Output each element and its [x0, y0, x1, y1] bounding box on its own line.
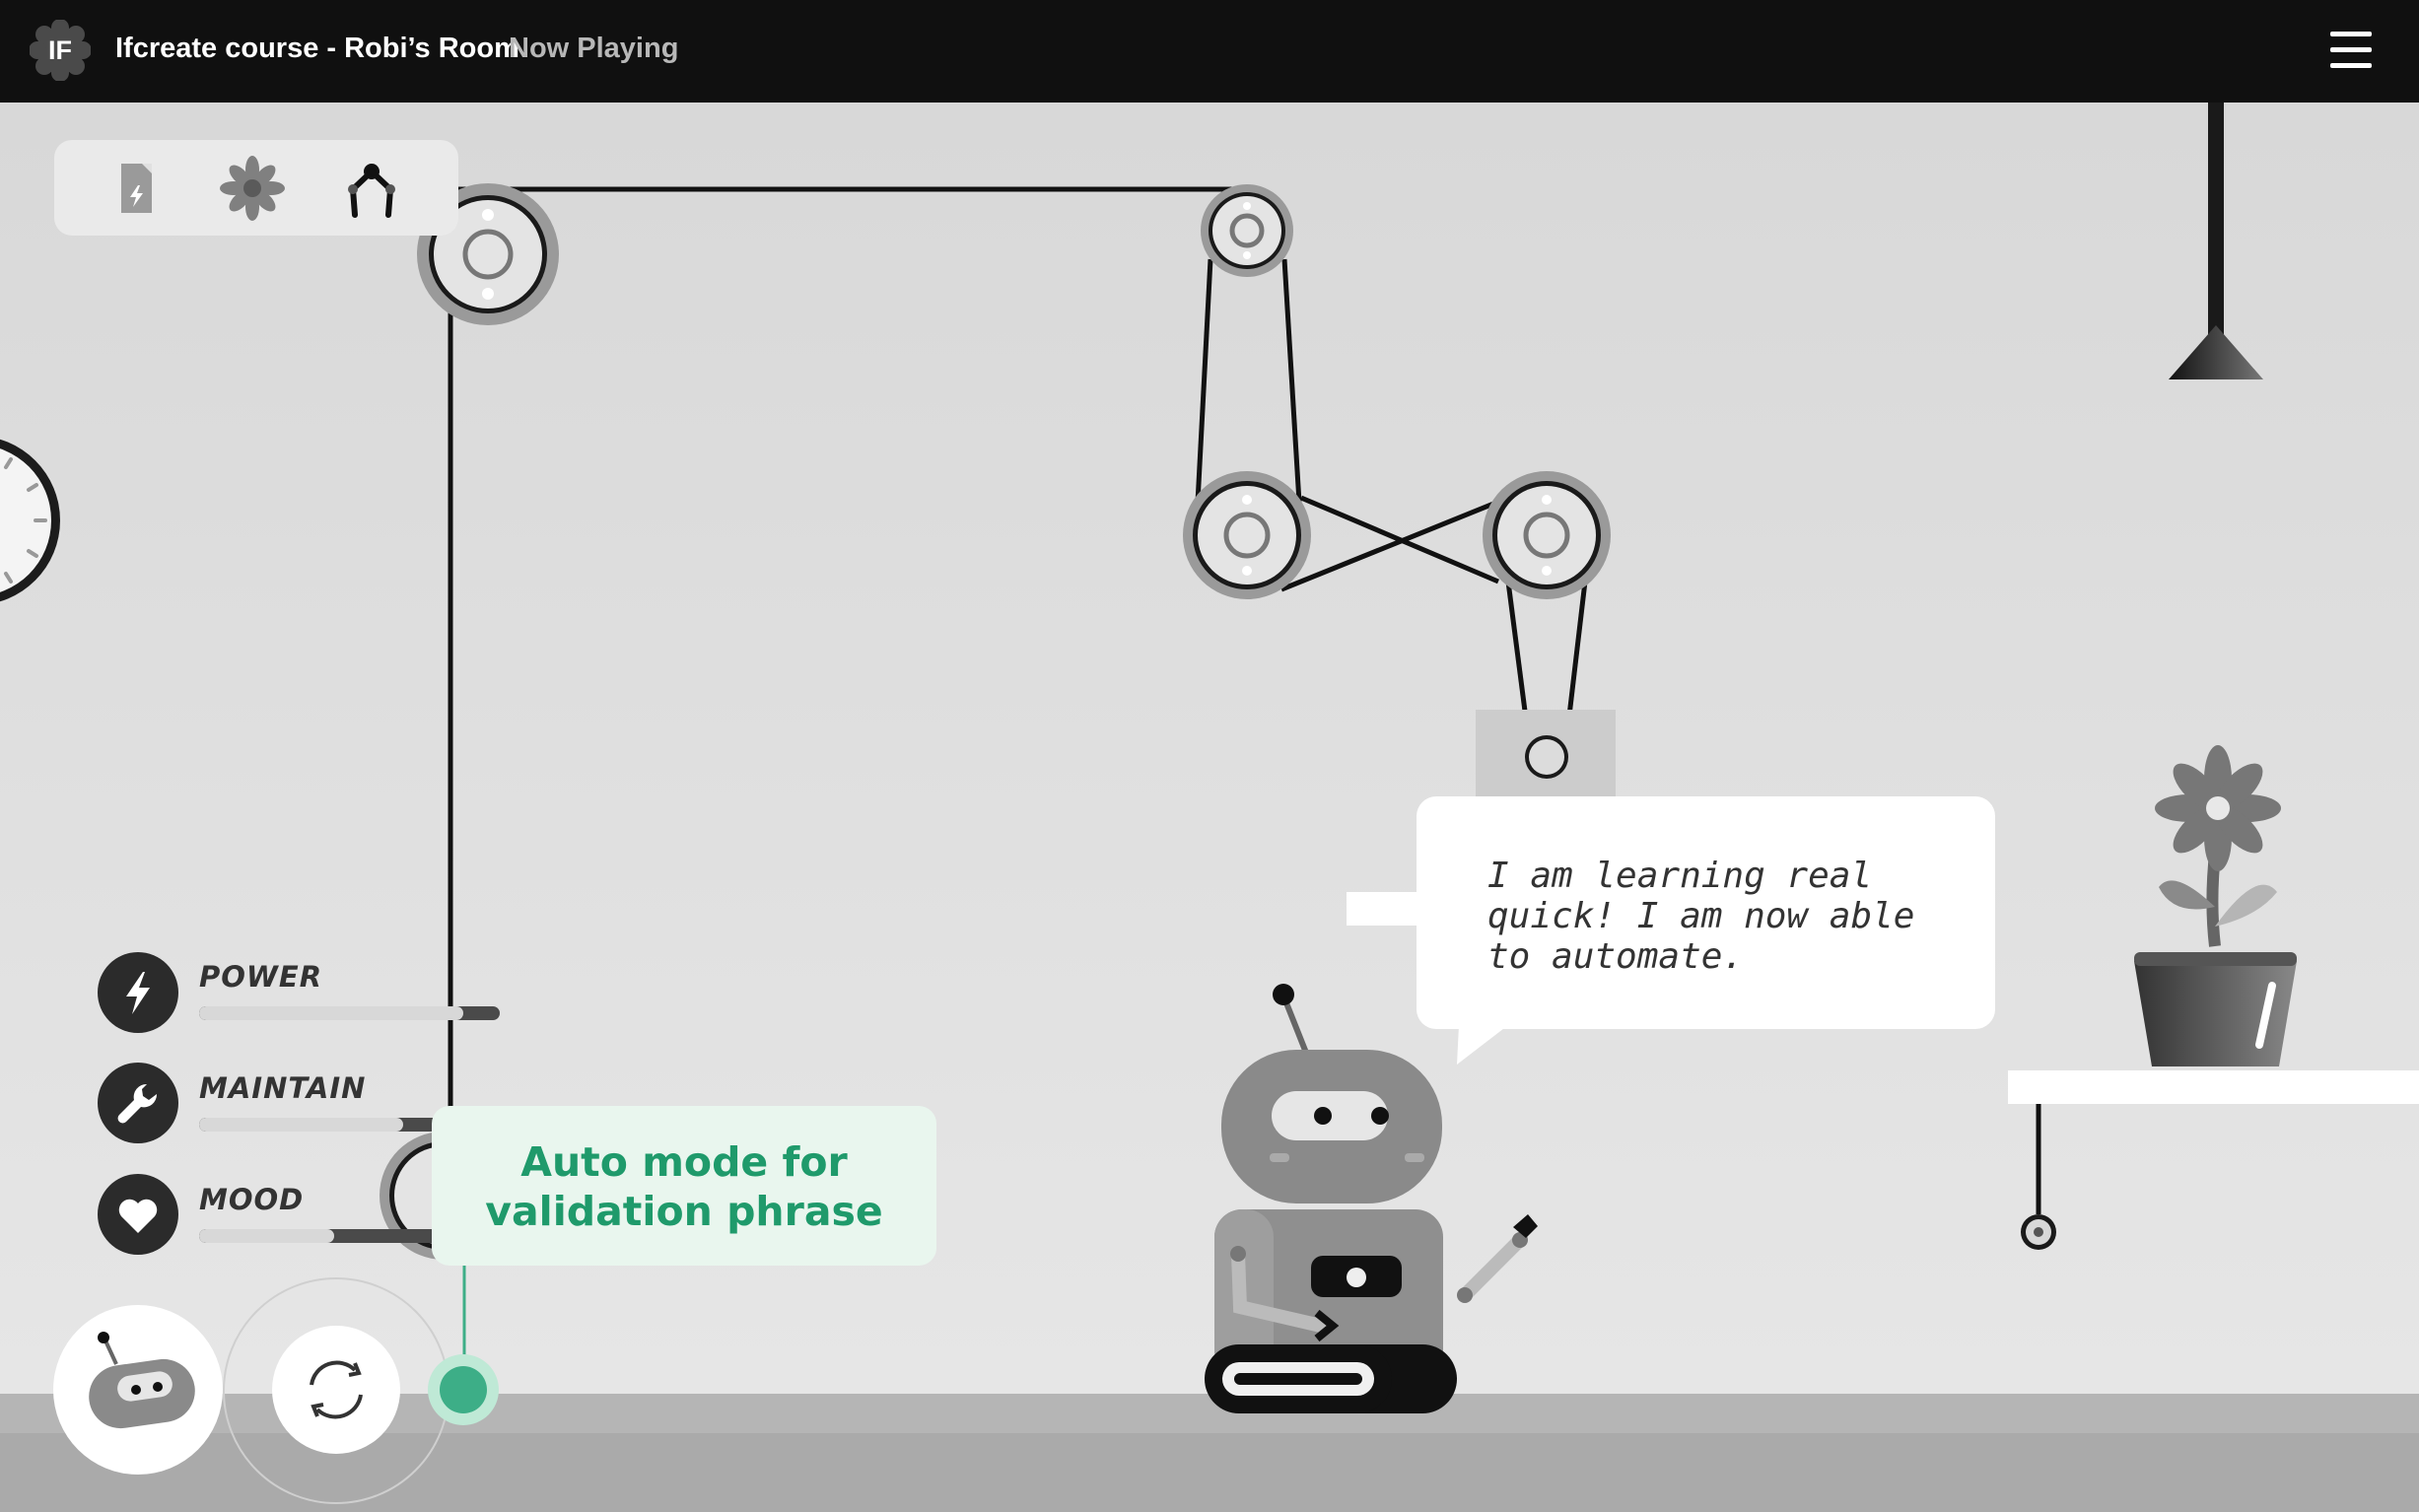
power-bar — [199, 1006, 500, 1020]
battery-icon[interactable] — [101, 152, 173, 225]
power-label: POWER — [199, 960, 323, 994]
pulley-top-right — [1201, 184, 1293, 277]
app-title: Ifcreate course - Robi’s Room — [115, 33, 519, 64]
mood-bar-fill — [199, 1229, 335, 1243]
tool-palette — [54, 140, 458, 236]
top-bar: IF Ifcreate course - Robi’s Room Now Pla… — [0, 0, 2419, 103]
tooltip-line-1: Auto mode for — [520, 1138, 848, 1186]
speech-bubble: I am learning real quick! I am now able … — [1417, 796, 1995, 1029]
flower-icon[interactable] — [216, 152, 289, 225]
wrench-icon — [98, 1063, 178, 1143]
speech-text: I am learning real quick! I am now able … — [1487, 856, 1915, 977]
maintain-bar-fill — [199, 1118, 404, 1132]
ifcreate-logo[interactable]: IF — [29, 19, 92, 82]
claw-icon[interactable] — [335, 152, 408, 225]
auto-mode-dot[interactable] — [428, 1354, 499, 1425]
auto-mode-dot-core — [440, 1366, 487, 1413]
tooltip-line-2: validation phrase — [485, 1188, 883, 1235]
refresh-cycle-icon[interactable] — [272, 1326, 400, 1454]
pulley-small — [1525, 735, 1568, 779]
robot-face-icon[interactable] — [53, 1305, 223, 1475]
lightning-icon — [98, 952, 178, 1033]
maintain-label: MAINTAIN — [199, 1071, 367, 1105]
heart-icon — [98, 1174, 178, 1255]
mood-label: MOOD — [199, 1183, 305, 1216]
hamburger-menu-icon[interactable] — [2328, 28, 2374, 73]
pulley-middle-left — [1183, 471, 1311, 599]
logo-text: IF — [48, 35, 72, 65]
pulley-middle-right — [1483, 471, 1611, 599]
now-playing-status: Now Playing — [509, 33, 679, 64]
power-bar-fill — [199, 1006, 464, 1020]
auto-mode-tooltip: Auto mode for validation phrase — [432, 1106, 936, 1266]
small-shelf — [1347, 892, 1425, 926]
